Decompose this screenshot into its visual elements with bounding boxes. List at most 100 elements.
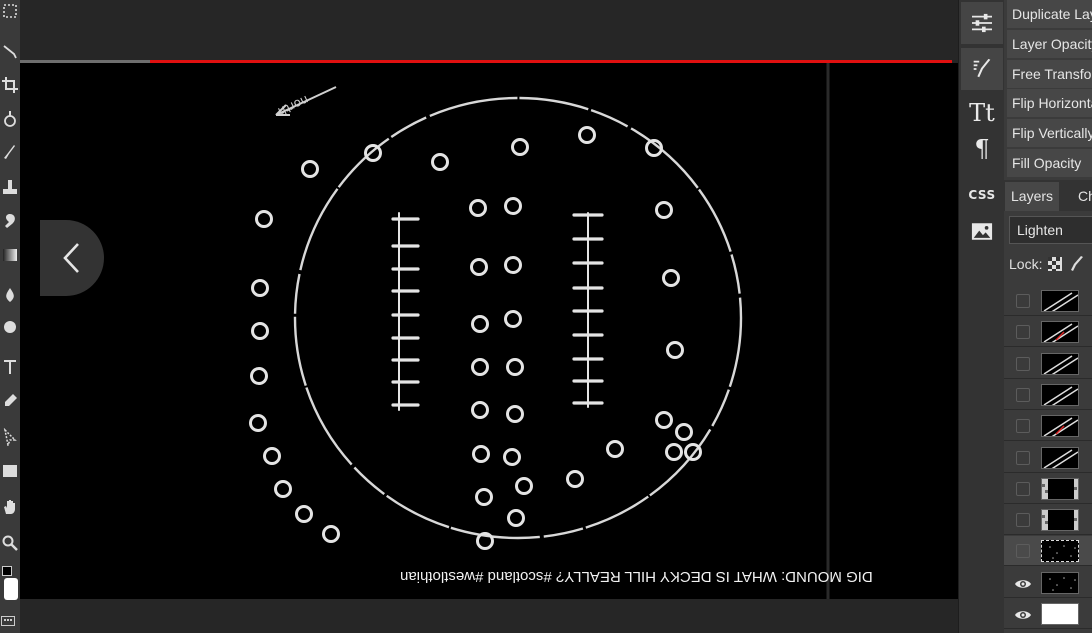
visibility-checkbox[interactable] bbox=[1016, 419, 1030, 434]
layer-row[interactable] bbox=[1004, 317, 1092, 348]
pen-tool-icon[interactable] bbox=[0, 386, 20, 416]
layer-row[interactable] bbox=[1004, 442, 1092, 473]
post-hole bbox=[507, 509, 525, 527]
left-toolbar bbox=[0, 0, 20, 633]
post-hole bbox=[511, 138, 529, 156]
eye-icon[interactable] bbox=[1014, 607, 1032, 621]
menu-free-transform[interactable]: Free Transform bbox=[1007, 60, 1092, 88]
site-plan-drawing: north bbox=[249, 63, 830, 599]
visibility-checkbox[interactable] bbox=[1016, 294, 1030, 308]
foreground-color-swatch[interactable] bbox=[2, 566, 14, 578]
layer-thumbnail bbox=[1041, 446, 1079, 469]
type-tool-icon[interactable] bbox=[0, 352, 20, 382]
gradient-tool-icon[interactable] bbox=[0, 240, 20, 270]
visibility-checkbox[interactable] bbox=[1016, 481, 1030, 496]
image-icon[interactable] bbox=[961, 210, 1003, 252]
post-hole bbox=[301, 160, 319, 178]
layer-row[interactable] bbox=[1004, 505, 1092, 536]
post-hole bbox=[322, 525, 340, 543]
post-hole bbox=[504, 310, 522, 328]
canvas-area[interactable]: north DIG MOUND: WHAT IS DECKY HILL REAL… bbox=[20, 0, 958, 633]
post-hole bbox=[506, 358, 524, 376]
menu-duplicate-layer[interactable]: Duplicate Layer bbox=[1007, 0, 1092, 28]
video-caption: DIG MOUND: WHAT IS DECKY HILL REALLY? #s… bbox=[400, 568, 873, 585]
brush-tool-icon[interactable] bbox=[0, 138, 20, 168]
brush-settings-icon[interactable] bbox=[961, 48, 1003, 90]
eye-icon[interactable] bbox=[1014, 576, 1032, 590]
tab-channels[interactable]: Channels bbox=[1072, 182, 1092, 211]
marquee-tool-icon[interactable] bbox=[0, 0, 20, 26]
layer-thumbnail bbox=[1041, 383, 1079, 406]
video-frame[interactable]: north DIG MOUND: WHAT IS DECKY HILL REAL… bbox=[20, 63, 958, 599]
path-select-tool-icon[interactable] bbox=[0, 422, 20, 452]
layer-thumbnail bbox=[1041, 321, 1079, 344]
layer-thumbnail bbox=[1041, 509, 1079, 532]
dodge-tool-icon[interactable] bbox=[0, 280, 20, 310]
background-color-swatch[interactable] bbox=[4, 578, 18, 600]
shape-tool-icon[interactable] bbox=[0, 456, 20, 486]
layer-thumbnail bbox=[1041, 540, 1079, 563]
heal-tool-icon[interactable] bbox=[0, 104, 20, 134]
keyboard-icon[interactable] bbox=[1, 612, 15, 626]
post-hole bbox=[606, 440, 624, 458]
svg-text:north: north bbox=[276, 93, 311, 119]
lock-transparency-icon[interactable] bbox=[1047, 256, 1063, 272]
post-hole bbox=[249, 414, 267, 432]
layer-row[interactable] bbox=[1004, 473, 1092, 504]
blur-tool-icon[interactable] bbox=[0, 312, 20, 342]
visibility-checkbox[interactable] bbox=[1016, 544, 1030, 559]
lasso-tool-icon[interactable] bbox=[0, 36, 20, 66]
adjustments-icon[interactable] bbox=[961, 2, 1003, 44]
post-hole bbox=[250, 367, 268, 385]
layer-row[interactable] bbox=[1004, 348, 1092, 379]
menu-flip-vertically[interactable]: Flip Vertically bbox=[1007, 119, 1092, 147]
post-hole bbox=[469, 199, 487, 217]
post-hole bbox=[503, 448, 521, 466]
layer-row[interactable] bbox=[1004, 379, 1092, 410]
menu-layer-opacity[interactable]: Layer Opacity bbox=[1007, 30, 1092, 58]
visibility-checkbox[interactable] bbox=[1016, 387, 1030, 402]
post-hole bbox=[655, 411, 673, 429]
hand-tool-icon[interactable] bbox=[0, 492, 20, 522]
stamp-tool-icon[interactable] bbox=[0, 172, 20, 202]
panel-tabs: Layers Channels bbox=[1004, 180, 1092, 211]
post-hole bbox=[364, 144, 382, 162]
visibility-checkbox[interactable] bbox=[1016, 356, 1030, 371]
north-arrow: north bbox=[275, 86, 337, 119]
layer-row[interactable] bbox=[1004, 599, 1092, 629]
post-hole bbox=[471, 358, 489, 376]
layer-thumbnail bbox=[1041, 352, 1079, 375]
chevron-left-icon bbox=[63, 243, 79, 273]
tab-layers[interactable]: Layers bbox=[1005, 182, 1060, 211]
post-hole bbox=[471, 401, 489, 419]
post-hole bbox=[263, 447, 281, 465]
layer-row[interactable] bbox=[1004, 567, 1092, 598]
post-hole bbox=[675, 423, 693, 441]
photo-editor-window: north DIG MOUND: WHAT IS DECKY HILL REAL… bbox=[0, 0, 1092, 633]
crop-tool-icon[interactable] bbox=[0, 70, 20, 100]
post-hole bbox=[475, 488, 493, 506]
layer-row[interactable] bbox=[1004, 286, 1092, 316]
post-hole bbox=[470, 258, 488, 276]
layer-row[interactable] bbox=[1004, 411, 1092, 442]
post-hole bbox=[251, 279, 269, 297]
visibility-checkbox[interactable] bbox=[1016, 513, 1030, 528]
zoom-tool-icon[interactable] bbox=[0, 528, 20, 558]
layer-row[interactable] bbox=[1004, 536, 1092, 567]
post-hole bbox=[566, 470, 584, 488]
post-hole bbox=[684, 443, 702, 461]
visibility-checkbox[interactable] bbox=[1016, 450, 1030, 465]
blend-mode-select[interactable]: Lighten bbox=[1009, 216, 1092, 244]
post-hole bbox=[274, 480, 292, 498]
menu-fill-opacity[interactable]: Fill Opacity bbox=[1007, 149, 1092, 177]
layer-thumbnail bbox=[1041, 603, 1079, 625]
visibility-checkbox[interactable] bbox=[1016, 325, 1030, 340]
menu-flip-horizontal[interactable]: Flip Horizontal bbox=[1007, 89, 1092, 117]
layer-thumbnail bbox=[1041, 290, 1079, 312]
post-hole bbox=[295, 505, 313, 523]
lock-brush-icon[interactable] bbox=[1068, 256, 1084, 272]
spot-tool-icon[interactable] bbox=[0, 206, 20, 236]
post-hole bbox=[472, 445, 490, 463]
post-hole bbox=[655, 201, 673, 219]
paragraph-icon[interactable]: ¶ bbox=[961, 128, 1003, 170]
